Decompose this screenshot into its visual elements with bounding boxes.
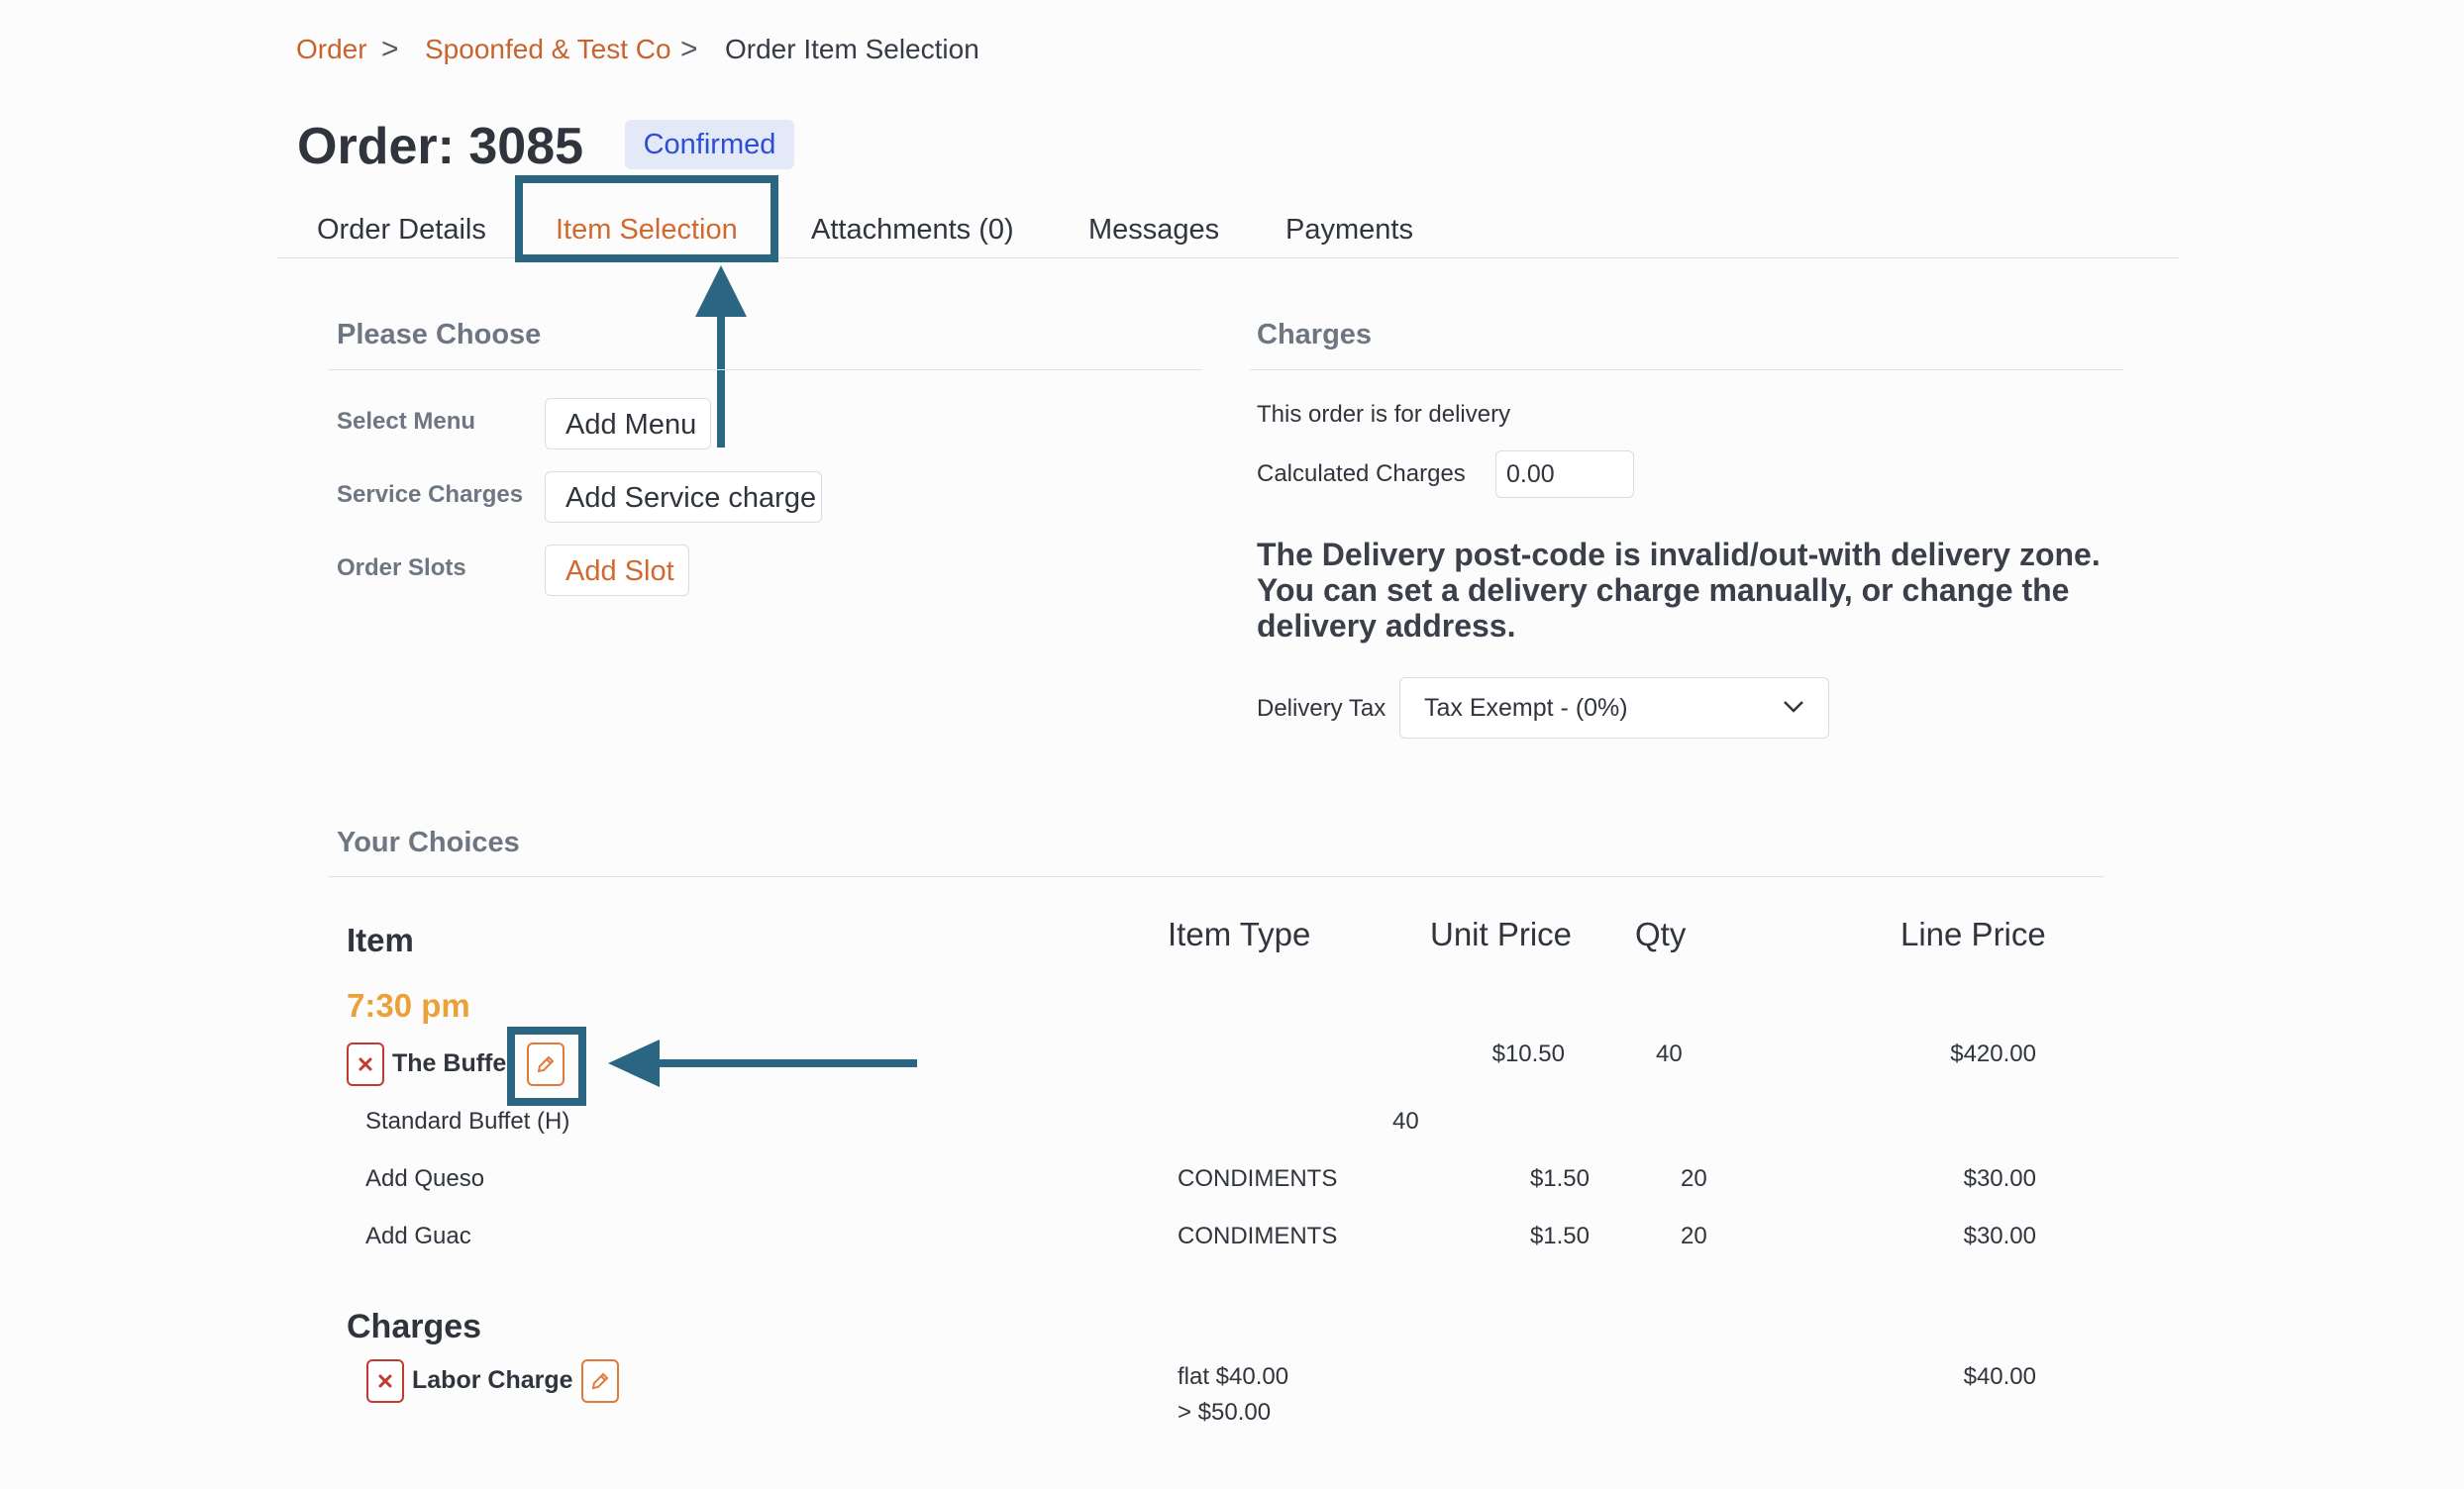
item-type: CONDIMENTS	[1178, 1165, 1338, 1192]
menu-unit-price: $10.50	[1491, 1041, 1565, 1067]
tab-messages[interactable]: Messages	[1088, 208, 1219, 251]
chevron-right-icon: >	[680, 33, 698, 65]
status-badge: Confirmed	[625, 120, 794, 169]
delivery-warning: The Delivery post-code is invalid/out-wi…	[1257, 537, 2101, 644]
chevron-right-icon: >	[381, 33, 399, 65]
highlight-box-tab	[515, 175, 778, 262]
remove-icon	[359, 1057, 372, 1071]
highlight-box-edit	[507, 1027, 586, 1106]
tab-order-details[interactable]: Order Details	[317, 208, 486, 251]
charge-name: Labor Charge	[412, 1366, 573, 1394]
breadcrumb-customer-link[interactable]: Spoonfed & Test Co	[425, 32, 671, 67]
remove-icon	[378, 1374, 392, 1388]
remove-button[interactable]	[366, 1359, 404, 1403]
section-divider	[1250, 369, 2123, 370]
item-name: Standard Buffet (H)	[365, 1108, 570, 1135]
select-menu-label: Select Menu	[337, 408, 476, 435]
please-choose-title: Please Choose	[337, 319, 542, 350]
arrow-left-icon	[608, 1040, 917, 1087]
remove-button[interactable]	[347, 1042, 384, 1086]
charges-panel-title: Charges	[1257, 319, 1373, 350]
calculated-charges-label: Calculated Charges	[1257, 460, 1466, 487]
item-qty: 20	[1681, 1223, 1707, 1249]
chevron-down-icon	[1784, 701, 1803, 713]
charge-line-price: $40.00	[1963, 1363, 2036, 1390]
tab-payments[interactable]: Payments	[1285, 208, 1413, 251]
calculated-charges-input[interactable]	[1495, 450, 1634, 498]
charge-detail: flat $40.00	[1178, 1363, 1289, 1390]
menu-name: The Buffe	[392, 1049, 507, 1077]
tab-attachments[interactable]: Attachments (0)	[811, 208, 1014, 251]
delivery-note: This order is for delivery	[1257, 401, 1511, 428]
menu-line-price: $420.00	[1950, 1041, 2036, 1067]
item-line-price: $30.00	[1963, 1223, 2036, 1249]
item-qty: 20	[1681, 1165, 1707, 1192]
page-title: Order: 3085	[297, 118, 584, 175]
charge-detail: > $50.00	[1178, 1399, 1272, 1426]
item-name: Add Guac	[365, 1223, 471, 1249]
service-charges-label: Service Charges	[337, 481, 524, 508]
item-unit-price: $1.50	[1529, 1165, 1590, 1192]
header-item-type: Item Type	[1168, 916, 1311, 952]
edit-charge-button[interactable]	[581, 1359, 619, 1403]
section-divider	[329, 369, 1202, 370]
header-line-price: Line Price	[1900, 916, 2046, 952]
item-name: Add Queso	[365, 1165, 485, 1192]
breadcrumb-current: Order Item Selection	[725, 34, 979, 64]
add-service-charge-button[interactable]: Add Service charge	[545, 471, 822, 523]
add-slot-button[interactable]: Add Slot	[545, 545, 689, 596]
your-choices-title: Your Choices	[337, 827, 520, 858]
item-type: CONDIMENTS	[1178, 1223, 1338, 1249]
delivery-tax-value: Tax Exempt - (0%)	[1424, 694, 1628, 722]
item-line-price: $30.00	[1963, 1165, 2036, 1192]
header-qty: Qty	[1635, 916, 1687, 952]
charges-group-title: Charges	[347, 1308, 482, 1345]
breadcrumb-order-link[interactable]: Order	[296, 32, 367, 67]
add-menu-button[interactable]: Add Menu	[545, 398, 711, 449]
delivery-tax-label: Delivery Tax	[1257, 695, 1386, 722]
menu-qty: 40	[1656, 1041, 1683, 1067]
pencil-icon	[591, 1372, 609, 1390]
item-qty: 40	[1392, 1108, 1419, 1135]
time-slot-label: 7:30 pm	[347, 987, 470, 1024]
order-slots-label: Order Slots	[337, 554, 466, 581]
header-unit-price: Unit Price	[1430, 916, 1573, 952]
section-divider	[329, 876, 2104, 877]
item-unit-price: $1.50	[1529, 1223, 1590, 1249]
header-item: Item	[347, 922, 414, 958]
delivery-tax-select[interactable]: Tax Exempt - (0%)	[1399, 677, 1829, 739]
